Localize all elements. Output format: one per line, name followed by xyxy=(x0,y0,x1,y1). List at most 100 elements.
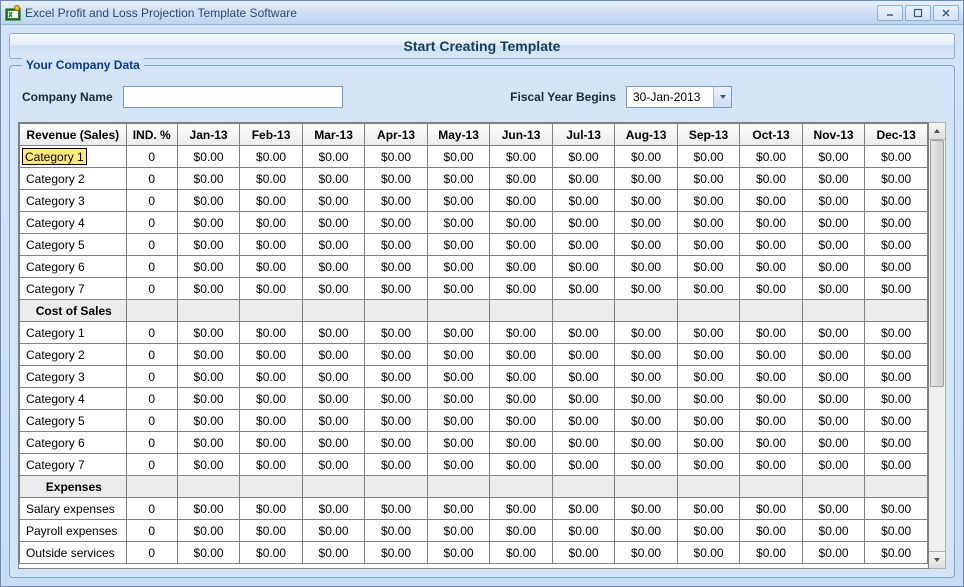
value-cell[interactable]: $0.00 xyxy=(552,234,615,256)
value-cell[interactable]: $0.00 xyxy=(802,212,865,234)
value-cell[interactable]: $0.00 xyxy=(490,322,553,344)
value-cell[interactable]: $0.00 xyxy=(740,432,803,454)
value-cell[interactable]: $0.00 xyxy=(302,410,365,432)
value-cell[interactable]: $0.00 xyxy=(615,234,678,256)
value-cell[interactable]: $0.00 xyxy=(740,454,803,476)
value-cell[interactable]: $0.00 xyxy=(615,366,678,388)
value-cell[interactable]: $0.00 xyxy=(427,498,490,520)
value-cell[interactable]: $0.00 xyxy=(552,542,615,564)
value-cell[interactable]: $0.00 xyxy=(615,388,678,410)
value-cell[interactable]: $0.00 xyxy=(802,278,865,300)
value-cell[interactable]: $0.00 xyxy=(677,454,740,476)
value-cell[interactable]: $0.00 xyxy=(427,256,490,278)
value-cell[interactable]: $0.00 xyxy=(302,256,365,278)
value-cell[interactable]: $0.00 xyxy=(802,234,865,256)
value-cell[interactable]: $0.00 xyxy=(177,322,240,344)
value-cell[interactable]: $0.00 xyxy=(865,168,928,190)
vertical-scrollbar[interactable] xyxy=(929,122,946,569)
value-cell[interactable]: $0.00 xyxy=(552,432,615,454)
value-cell[interactable]: $0.00 xyxy=(427,520,490,542)
value-cell[interactable]: $0.00 xyxy=(240,278,303,300)
value-cell[interactable]: $0.00 xyxy=(427,190,490,212)
row-label-cell[interactable]: Category 4 xyxy=(20,388,127,410)
value-cell[interactable]: $0.00 xyxy=(490,234,553,256)
value-cell[interactable]: $0.00 xyxy=(302,542,365,564)
value-cell[interactable]: $0.00 xyxy=(365,498,428,520)
column-header[interactable]: Oct-13 xyxy=(740,124,803,146)
value-cell[interactable]: $0.00 xyxy=(177,146,240,168)
value-cell[interactable]: $0.00 xyxy=(240,454,303,476)
value-cell[interactable]: $0.00 xyxy=(365,190,428,212)
value-cell[interactable]: $0.00 xyxy=(740,322,803,344)
value-cell[interactable]: $0.00 xyxy=(802,388,865,410)
value-cell[interactable]: $0.00 xyxy=(865,454,928,476)
value-cell[interactable]: $0.00 xyxy=(740,190,803,212)
value-cell[interactable]: $0.00 xyxy=(740,256,803,278)
value-cell[interactable]: $0.00 xyxy=(302,212,365,234)
value-cell[interactable]: $0.00 xyxy=(365,322,428,344)
value-cell[interactable]: $0.00 xyxy=(802,366,865,388)
value-cell[interactable]: $0.00 xyxy=(365,344,428,366)
row-label-cell[interactable]: Category 5 xyxy=(20,410,127,432)
value-cell[interactable]: $0.00 xyxy=(177,168,240,190)
ind-cell[interactable]: 0 xyxy=(126,520,177,542)
value-cell[interactable]: $0.00 xyxy=(802,190,865,212)
value-cell[interactable]: $0.00 xyxy=(490,520,553,542)
row-label-cell[interactable]: Category 3 xyxy=(20,190,127,212)
row-label-cell[interactable]: Category 6 xyxy=(20,256,127,278)
value-cell[interactable]: $0.00 xyxy=(427,432,490,454)
value-cell[interactable]: $0.00 xyxy=(552,388,615,410)
value-cell[interactable]: $0.00 xyxy=(365,234,428,256)
column-header[interactable]: Jul-13 xyxy=(552,124,615,146)
value-cell[interactable]: $0.00 xyxy=(865,366,928,388)
value-cell[interactable]: $0.00 xyxy=(677,432,740,454)
value-cell[interactable]: $0.00 xyxy=(865,146,928,168)
value-cell[interactable]: $0.00 xyxy=(240,432,303,454)
value-cell[interactable]: $0.00 xyxy=(490,498,553,520)
value-cell[interactable]: $0.00 xyxy=(865,278,928,300)
value-cell[interactable]: $0.00 xyxy=(677,212,740,234)
value-cell[interactable]: $0.00 xyxy=(365,388,428,410)
value-cell[interactable]: $0.00 xyxy=(177,454,240,476)
value-cell[interactable]: $0.00 xyxy=(177,388,240,410)
column-header[interactable]: Feb-13 xyxy=(240,124,303,146)
value-cell[interactable]: $0.00 xyxy=(302,190,365,212)
value-cell[interactable]: $0.00 xyxy=(865,498,928,520)
value-cell[interactable]: $0.00 xyxy=(240,190,303,212)
value-cell[interactable]: $0.00 xyxy=(240,322,303,344)
column-header[interactable]: Jan-13 xyxy=(177,124,240,146)
value-cell[interactable]: $0.00 xyxy=(802,344,865,366)
value-cell[interactable]: $0.00 xyxy=(865,234,928,256)
row-label-cell[interactable]: Category 5 xyxy=(20,234,127,256)
value-cell[interactable]: $0.00 xyxy=(615,278,678,300)
value-cell[interactable]: $0.00 xyxy=(677,278,740,300)
value-cell[interactable]: $0.00 xyxy=(240,146,303,168)
value-cell[interactable]: $0.00 xyxy=(615,344,678,366)
value-cell[interactable]: $0.00 xyxy=(615,432,678,454)
scroll-thumb[interactable] xyxy=(930,140,944,387)
value-cell[interactable]: $0.00 xyxy=(365,542,428,564)
column-header[interactable]: Jun-13 xyxy=(490,124,553,146)
value-cell[interactable]: $0.00 xyxy=(677,190,740,212)
value-cell[interactable]: $0.00 xyxy=(302,520,365,542)
value-cell[interactable]: $0.00 xyxy=(740,388,803,410)
value-cell[interactable]: $0.00 xyxy=(865,520,928,542)
value-cell[interactable]: $0.00 xyxy=(302,498,365,520)
value-cell[interactable]: $0.00 xyxy=(365,212,428,234)
value-cell[interactable]: $0.00 xyxy=(177,278,240,300)
value-cell[interactable]: $0.00 xyxy=(740,278,803,300)
value-cell[interactable]: $0.00 xyxy=(490,212,553,234)
scroll-up-icon[interactable] xyxy=(929,123,945,140)
value-cell[interactable]: $0.00 xyxy=(740,498,803,520)
value-cell[interactable]: $0.00 xyxy=(177,498,240,520)
value-cell[interactable]: $0.00 xyxy=(615,520,678,542)
ind-cell[interactable]: 0 xyxy=(126,190,177,212)
value-cell[interactable]: $0.00 xyxy=(677,322,740,344)
value-cell[interactable]: $0.00 xyxy=(677,168,740,190)
ind-cell[interactable]: 0 xyxy=(126,498,177,520)
value-cell[interactable]: $0.00 xyxy=(240,542,303,564)
value-cell[interactable]: $0.00 xyxy=(802,410,865,432)
value-cell[interactable]: $0.00 xyxy=(365,520,428,542)
column-header[interactable]: Sep-13 xyxy=(677,124,740,146)
ind-cell[interactable]: 0 xyxy=(126,432,177,454)
